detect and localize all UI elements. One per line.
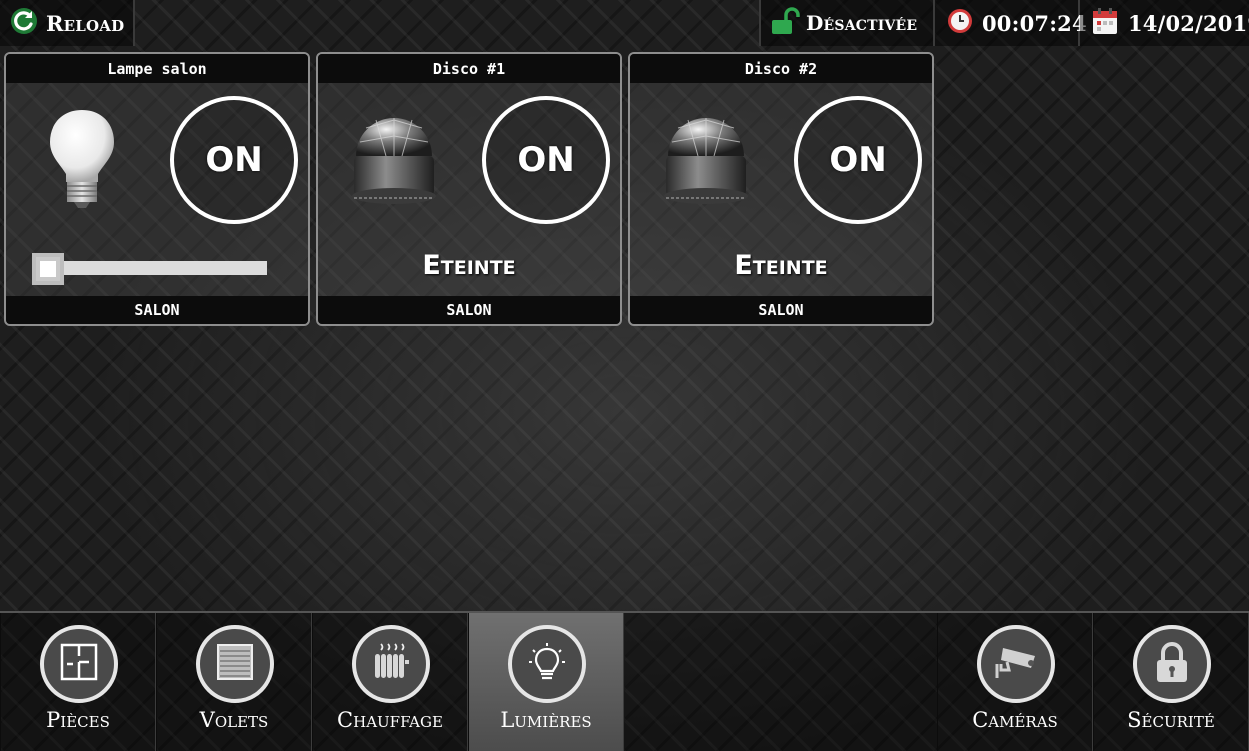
nav-item-chauffage[interactable]: Chauffage [312, 613, 468, 751]
on-button[interactable]: ON [170, 96, 298, 224]
nav-label: Caméras [972, 708, 1058, 732]
nav-label: Pièces [46, 708, 110, 732]
device-state-label: Eteinte [422, 250, 516, 281]
top-bar: Reload Désactivée 00:07:24 14/02/2019 [0, 0, 1249, 46]
camera-icon [993, 642, 1039, 686]
calendar-icon [1092, 7, 1118, 39]
nav-item-volets[interactable]: Volets [156, 613, 312, 751]
clock: 00:07:24 [935, 0, 1087, 46]
unlock-icon [770, 6, 800, 40]
nav-label: Lumières [500, 708, 592, 732]
device-card-lampe-salon: Lampe salon ON SALON [4, 52, 310, 326]
reload-button[interactable]: Reload [0, 0, 135, 46]
alarm-status[interactable]: Désactivée [759, 0, 935, 46]
device-card-disco-1: Disco #1 ON Eteinte SALON [316, 52, 622, 326]
dimmer-slider-track[interactable] [33, 261, 267, 275]
nav-item-lumieres[interactable]: Lumières [468, 613, 624, 751]
card-room: SALON [318, 296, 620, 324]
nav-item-cameras[interactable]: Caméras [937, 613, 1093, 751]
device-state-label: Eteinte [734, 250, 828, 281]
card-room: SALON [6, 296, 308, 324]
date-text: 14/02/2019 [1128, 10, 1249, 36]
date-display: 14/02/2019 [1080, 0, 1249, 46]
light-bulb-icon [46, 106, 118, 216]
radiator-icon [369, 640, 413, 688]
reload-icon [10, 7, 38, 39]
card-title: Lampe salon [6, 54, 308, 83]
nav-item-pieces[interactable]: Pièces [0, 613, 156, 751]
card-room: SALON [630, 296, 932, 324]
floorplan-icon [59, 642, 99, 686]
padlock-icon [1152, 640, 1192, 688]
alarm-status-label: Désactivée [806, 11, 918, 35]
on-button[interactable]: ON [482, 96, 610, 224]
disco-ball-icon [346, 98, 442, 220]
disco-ball-icon [658, 98, 754, 220]
clock-time: 00:07:24 [982, 10, 1087, 36]
bottom-nav: Pièces Volets Chauffage Lumières Caméras… [0, 611, 1249, 751]
nav-label: Volets [199, 708, 269, 732]
device-card-disco-2: Disco #2 ON Eteinte SALON [628, 52, 934, 326]
lightbulb-icon [525, 640, 569, 688]
card-title: Disco #2 [630, 54, 932, 83]
on-button[interactable]: ON [794, 96, 922, 224]
card-title: Disco #1 [318, 54, 620, 83]
reload-label: Reload [46, 10, 125, 36]
clock-icon [947, 8, 973, 38]
dimmer-slider-handle[interactable] [32, 253, 64, 285]
nav-label: Sécurité [1127, 708, 1215, 732]
nav-item-securite[interactable]: Sécurité [1093, 613, 1249, 751]
nav-label: Chauffage [337, 708, 443, 732]
shutter-icon [215, 642, 255, 686]
